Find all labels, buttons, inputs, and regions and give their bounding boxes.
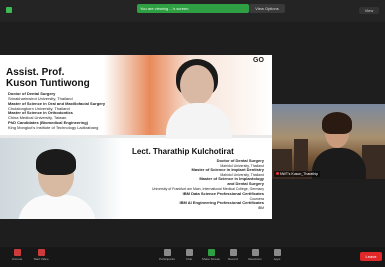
- screen-share-banner[interactable]: You are viewing ...'s screen: [137, 4, 249, 13]
- toolbar-label: Reactions: [248, 257, 262, 261]
- toolbar-label: Share Screen: [201, 257, 221, 261]
- speaker2-credential: IBM Data Science Professional Certificat…: [182, 190, 264, 196]
- reactions-icon: [251, 249, 259, 256]
- participant-hair: [322, 112, 352, 134]
- shared-slide: GO Assist. Prof. Kuson Tuntiwong Doctor …: [0, 55, 272, 219]
- toolbar-label: Chat: [185, 257, 193, 261]
- speaker2-credential: and Dental Surgery: [227, 181, 264, 187]
- meeting-toolbar: Unmute Start Video Participants Chat Share S…: [0, 247, 385, 267]
- toolbar-button-video-off[interactable]: Start Video: [28, 249, 54, 261]
- mic-off-icon: [13, 249, 21, 256]
- participant-video[interactable]: NWT's Kuson_Tharathip: [272, 104, 385, 179]
- toolbar-label: Unmute: [11, 257, 23, 261]
- toolbar-label: Participants: [159, 257, 175, 261]
- participant-name-tag: NWT's Kuson_Tharathip: [274, 171, 321, 177]
- toolbar-label: Start Video: [33, 257, 49, 261]
- leave-button[interactable]: Leave: [360, 252, 382, 261]
- speaker2-credential: Doctor of Dental Surgery: [216, 158, 264, 163]
- speaker2-name: Lect. Tharathip Kulchotirat: [132, 147, 234, 156]
- participants-icon: [163, 249, 171, 256]
- speaker2-credential: IBM AI Engineering Professional Certific…: [179, 199, 264, 205]
- toolbar-button-apps[interactable]: Apps: [264, 249, 290, 261]
- toolbar-label: Record: [228, 257, 238, 261]
- speaker2-credential: IBM: [257, 205, 264, 210]
- toolbar-button-mic-off[interactable]: Unmute: [4, 249, 30, 261]
- speaker2-credential: Master of Science in Implant Dentistry: [191, 167, 264, 173]
- participant-name: NWT's Kuson_Tharathip: [280, 172, 319, 176]
- speaker2-photo: [36, 149, 76, 175]
- shield-icon[interactable]: [6, 7, 12, 13]
- video-off-icon: [37, 249, 45, 256]
- speaker1-name: Kuson Tuntiwong: [6, 78, 90, 89]
- slide-logo: GO: [253, 57, 264, 64]
- view-button[interactable]: View: [359, 7, 379, 14]
- chat-icon: [185, 249, 193, 256]
- toolbar-label: Apps: [273, 257, 281, 261]
- speaker1-rank: Assist. Prof.: [6, 67, 65, 78]
- share-screen-icon: [207, 249, 215, 256]
- speaker1-title: Assist. Prof. Kuson Tuntiwong: [6, 67, 90, 89]
- speaker1-face: [180, 65, 214, 105]
- record-icon: [229, 249, 237, 256]
- sharing-text: You are viewing ...'s screen: [140, 6, 189, 11]
- top-bar: You are viewing ...'s screen View Option…: [0, 0, 385, 22]
- mic-off-icon: [276, 172, 279, 175]
- apps-icon: [273, 249, 281, 256]
- speaker1-credential: King Mongkut's Institute of Technology L…: [8, 124, 99, 130]
- view-options-button[interactable]: View Options: [249, 4, 285, 13]
